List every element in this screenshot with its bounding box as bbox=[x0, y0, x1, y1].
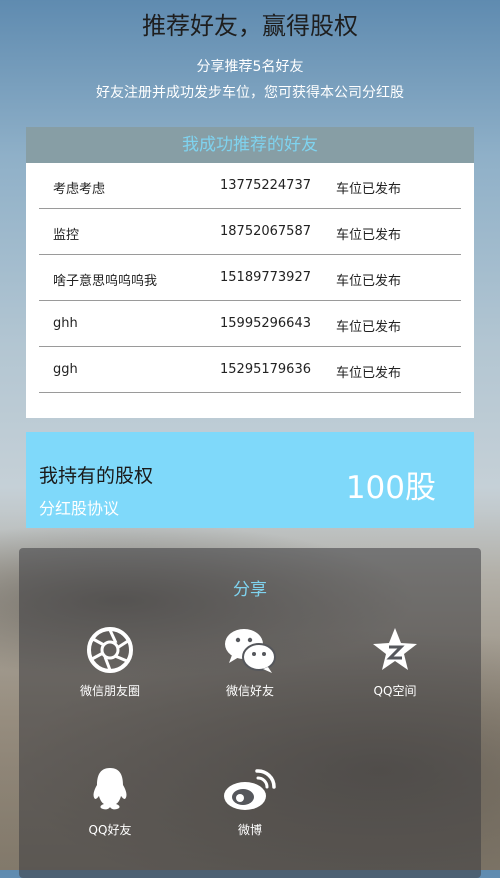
share-qzone-label: QQ空间 bbox=[373, 684, 417, 698]
share-moments-button[interactable]: 微信朋友圈 bbox=[50, 626, 170, 699]
friend-row: ggh 15295179636 车位已发布 bbox=[39, 347, 461, 393]
share-panel: 分享 微信朋友圈 微信好友 QQ空间 QQ好友 微博 bbox=[19, 548, 481, 878]
subtitle-line-1: 分享推荐5名好友 bbox=[196, 59, 304, 75]
subtitle-line-2: 好友注册并成功发步车位，您可获得本公司分红股 bbox=[96, 85, 404, 101]
qq-icon bbox=[93, 768, 127, 810]
share-weibo-label: 微博 bbox=[237, 823, 262, 837]
friend-row: 啥子意思呜呜呜我 15189773927 车位已发布 bbox=[39, 255, 461, 301]
qzone-icon bbox=[373, 628, 417, 670]
friend-row: 考虑考虑 13775224737 车位已发布 bbox=[39, 163, 461, 209]
friend-name: 监控 bbox=[53, 228, 80, 243]
share-qq-button[interactable]: QQ好友 bbox=[50, 765, 170, 838]
friend-name: ggh bbox=[53, 362, 78, 377]
share-moments-label: 微信朋友圈 bbox=[79, 684, 140, 698]
friend-name: 啥子意思呜呜呜我 bbox=[53, 274, 158, 289]
friend-name: 考虑考虑 bbox=[53, 182, 106, 197]
equity-title: 我持有的股权 bbox=[39, 465, 154, 487]
referred-friends-heading: 我成功推荐的好友 bbox=[26, 127, 474, 163]
equity-value: 100股 bbox=[345, 470, 436, 506]
share-qzone-button[interactable]: QQ空间 bbox=[335, 626, 455, 699]
share-weibo-button[interactable]: 微博 bbox=[190, 765, 310, 838]
friend-row: ghh 15995296643 车位已发布 bbox=[39, 301, 461, 347]
share-wechat-label: 微信好友 bbox=[225, 684, 274, 698]
friend-status: 车位已发布 bbox=[336, 274, 402, 289]
friend-phone: 15295179636 bbox=[220, 362, 311, 377]
friend-status: 车位已发布 bbox=[336, 320, 402, 335]
friend-status: 车位已发布 bbox=[336, 366, 402, 381]
friend-phone: 15189773927 bbox=[220, 270, 311, 285]
share-qq-label: QQ好友 bbox=[88, 823, 132, 837]
friend-phone: 13775224737 bbox=[220, 178, 311, 193]
friend-phone: 18752067587 bbox=[220, 224, 311, 239]
friend-row: 监控 18752067587 车位已发布 bbox=[39, 209, 461, 255]
referred-friends-card: 我成功推荐的好友 考虑考虑 13775224737 车位已发布 监控 18752… bbox=[26, 127, 474, 418]
moments-icon bbox=[87, 627, 133, 673]
share-title: 分享 bbox=[233, 580, 267, 600]
share-wechat-button[interactable]: 微信好友 bbox=[190, 626, 310, 699]
friend-phone: 15995296643 bbox=[220, 316, 311, 331]
dividend-agreement-link[interactable]: 分红股协议 bbox=[39, 495, 119, 519]
wechat-icon bbox=[225, 629, 276, 673]
equity-card: 我持有的股权 分红股协议 100股 bbox=[26, 432, 474, 528]
friend-status: 车位已发布 bbox=[336, 182, 402, 197]
weibo-icon bbox=[224, 769, 276, 810]
page-title: 推荐好友，赢得股权 bbox=[142, 12, 358, 40]
friend-status: 车位已发布 bbox=[336, 228, 402, 243]
friend-name: ghh bbox=[53, 316, 78, 331]
